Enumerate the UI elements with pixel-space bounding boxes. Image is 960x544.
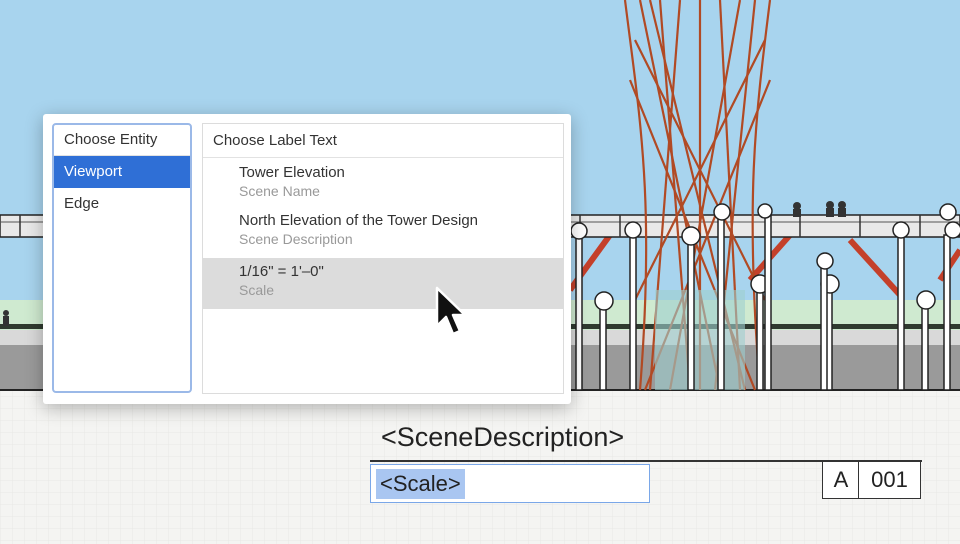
option-kind: Scene Name	[239, 183, 320, 199]
entity-panel-header: Choose Entity	[54, 125, 190, 156]
mouse-pointer-icon	[435, 286, 467, 336]
entity-item-edge[interactable]: Edge	[54, 188, 190, 220]
label-option-scene-name[interactable]: Tower Elevation Scene Name	[203, 158, 563, 206]
option-value: 1/16" = 1'–0"	[239, 263, 324, 280]
sheet-number-box[interactable]: 001	[858, 461, 921, 499]
label-option-scene-description[interactable]: North Elevation of the Tower Design Scen…	[203, 206, 563, 254]
scale-label-field[interactable]: <Scale>	[370, 464, 650, 503]
option-value: North Elevation of the Tower Design	[239, 212, 479, 229]
label-panel-header: Choose Label Text	[203, 124, 563, 158]
label-chooser-popup: Choose Entity Viewport Edge Choose Label…	[43, 114, 571, 404]
label-option-scale[interactable]: 1/16" = 1'–0" Scale	[203, 258, 563, 309]
scene-description-label[interactable]: <SceneDescription>	[381, 422, 624, 453]
scale-label-text: <Scale>	[376, 469, 465, 499]
option-value: Tower Elevation	[239, 164, 345, 181]
option-kind: Scale	[239, 282, 275, 298]
entity-panel: Choose Entity Viewport Edge	[52, 123, 192, 393]
entity-item-viewport[interactable]: Viewport	[54, 156, 190, 188]
option-kind: Scene Description	[239, 231, 353, 247]
sheet-letter-box[interactable]: A	[822, 461, 860, 499]
label-text-panel: Choose Label Text Tower Elevation Scene …	[202, 123, 564, 394]
